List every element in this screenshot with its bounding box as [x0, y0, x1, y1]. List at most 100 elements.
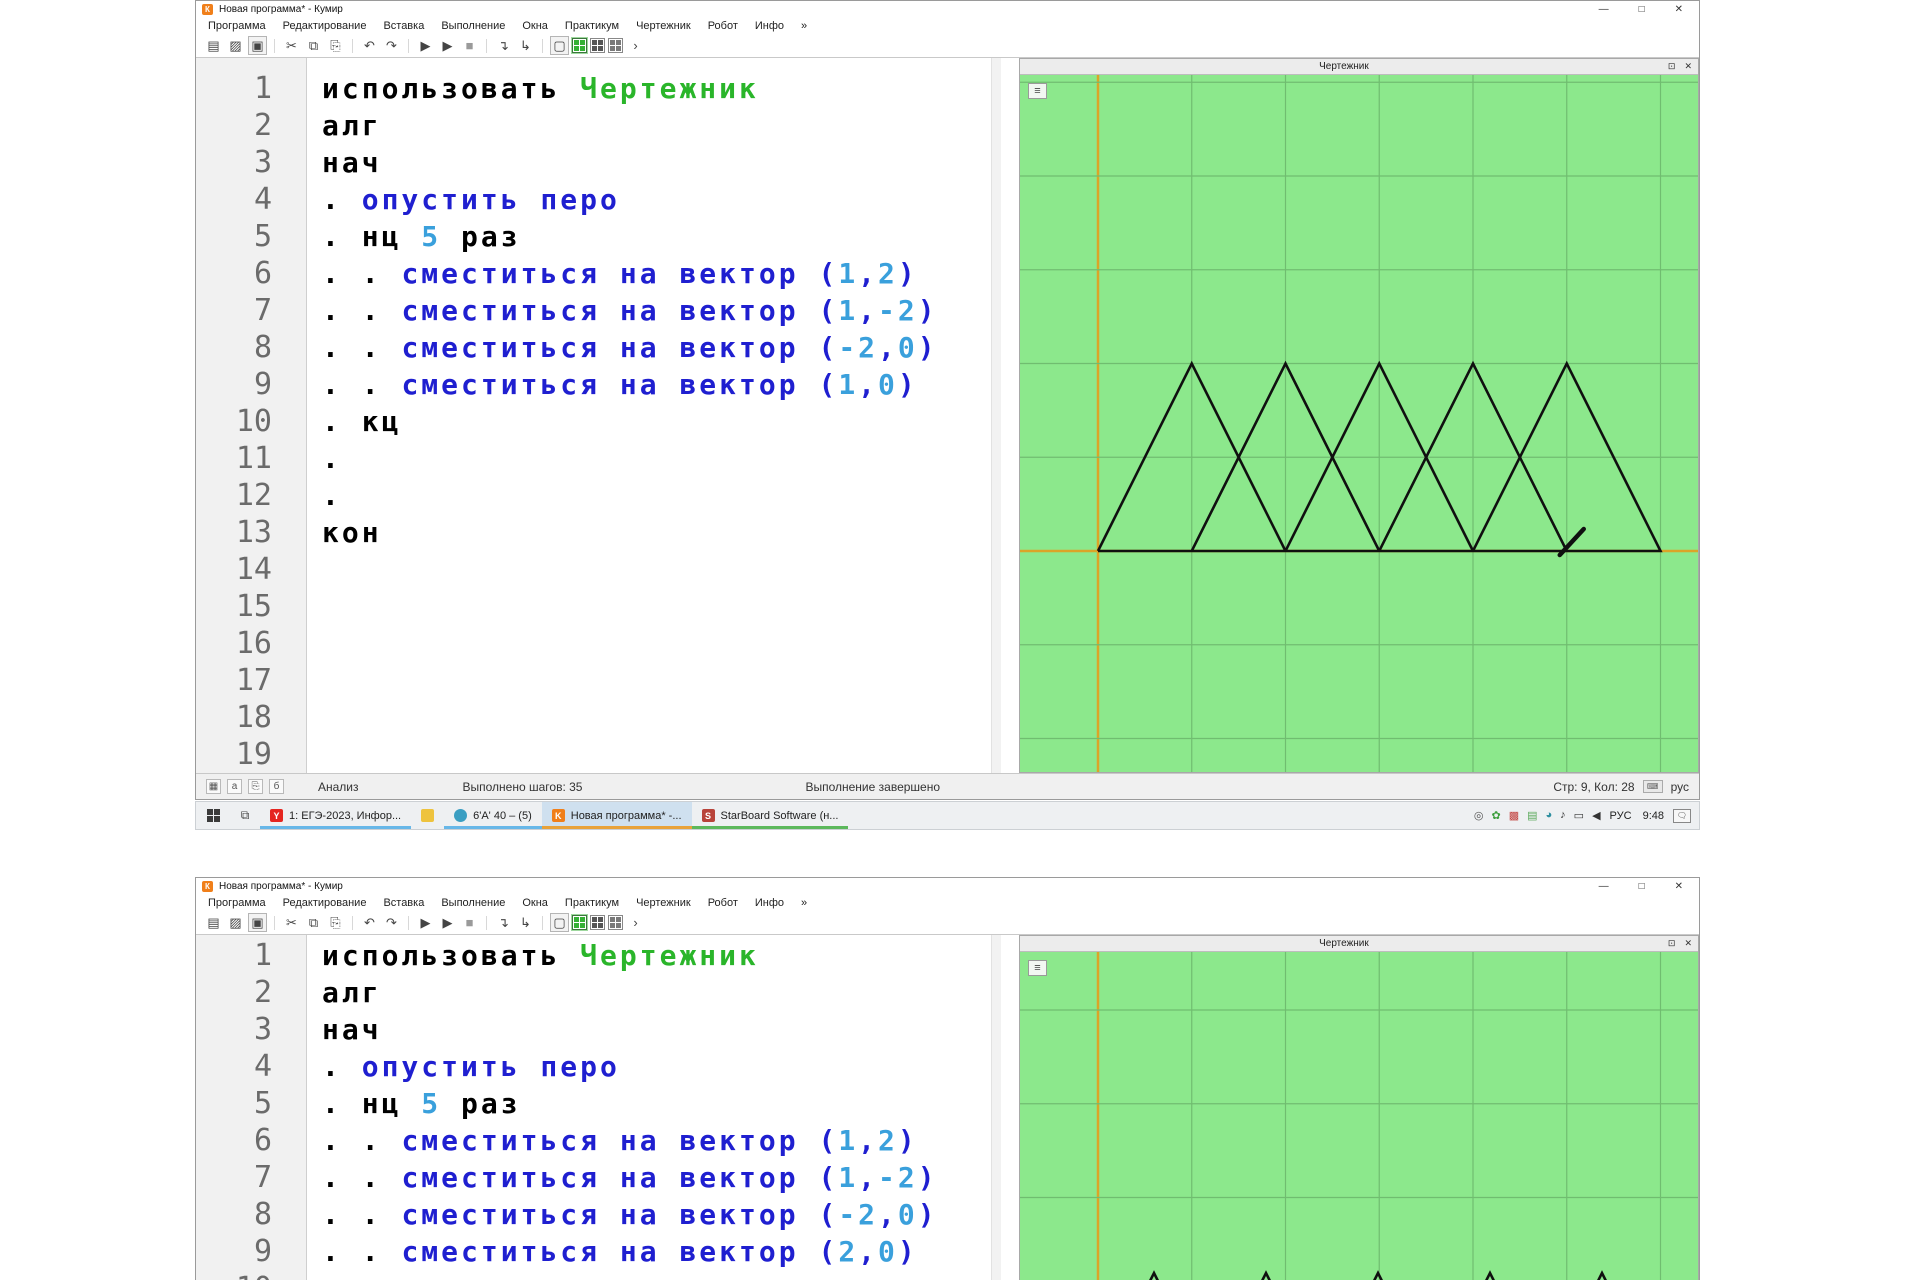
menu-item-4[interactable]: Выполнение — [441, 20, 505, 32]
step-over-icon[interactable]: ↴ — [494, 36, 513, 55]
copy-icon[interactable]: ⧉ — [304, 913, 323, 932]
close-button[interactable]: ✕ — [1675, 4, 1683, 15]
menu-item-9[interactable]: Инфо — [755, 897, 784, 909]
font-size-icon[interactable]: a — [227, 779, 242, 794]
editor-window-icon[interactable]: ▢ — [550, 913, 569, 932]
step-over-icon[interactable]: ↴ — [494, 913, 513, 932]
tray-icon-8[interactable]: ◀ — [1592, 809, 1600, 822]
notification-center-icon[interactable]: 🗨 — [1673, 809, 1691, 823]
taskbar-class-icon — [454, 809, 467, 822]
redo-icon[interactable]: ↷ — [382, 36, 401, 55]
taskbar-class-button[interactable]: 6'А' 40 – (5) — [444, 802, 542, 829]
history-icon[interactable]: б — [269, 779, 284, 794]
more-tools-icon[interactable]: › — [626, 913, 645, 932]
tray-icon-1[interactable]: ◎ — [1474, 809, 1484, 822]
tray-language[interactable]: РУС — [1610, 810, 1632, 822]
code-text: нач — [306, 146, 382, 179]
paste-icon[interactable]: ⎘ — [326, 36, 345, 55]
more-tools-icon[interactable]: › — [626, 36, 645, 55]
step-into-icon[interactable]: ↳ — [516, 36, 535, 55]
menu-item-10[interactable]: » — [801, 897, 807, 909]
menu-item-1[interactable]: Программа — [208, 20, 266, 32]
task-view-button[interactable]: ⧉ — [230, 802, 260, 829]
stop-icon[interactable]: ■ — [460, 913, 479, 932]
run-icon[interactable]: ▶ — [416, 36, 435, 55]
drawer-menu-button[interactable]: ≡ — [1028, 960, 1047, 976]
code-editor[interactable]: 1использовать Чертежник2алг3нач4. опусти… — [196, 935, 1001, 1280]
drawer-window-icon[interactable] — [572, 38, 587, 53]
new-file-icon[interactable]: ▤ — [204, 36, 223, 55]
robot-window-icon[interactable] — [590, 38, 605, 53]
new-file-icon[interactable]: ▤ — [204, 913, 223, 932]
taskbar-kumir-button[interactable]: KНовая программа* -... — [542, 802, 692, 829]
editor-scrollbar[interactable] — [991, 935, 1001, 1280]
menu-item-5[interactable]: Окна — [522, 20, 548, 32]
menu-item-3[interactable]: Вставка — [383, 897, 424, 909]
taskbar-yandex-button[interactable]: Y1: ЕГЭ-2023, Инфор... — [260, 802, 411, 829]
taskbar-folder-icon — [421, 809, 434, 822]
drawer-float-button[interactable]: ⊡ — [1668, 61, 1676, 72]
maximize-button[interactable]: □ — [1639, 881, 1645, 892]
run-step-icon[interactable]: ▶ — [438, 913, 457, 932]
drawer-window-icon[interactable] — [572, 915, 587, 930]
drawer-close-button[interactable]: ✕ — [1684, 938, 1692, 949]
menu-item-8[interactable]: Робот — [708, 897, 738, 909]
run-icon[interactable]: ▶ — [416, 913, 435, 932]
stop-icon[interactable]: ■ — [460, 36, 479, 55]
tray-icon-4[interactable]: ▤ — [1527, 809, 1537, 822]
menu-item-6[interactable]: Практикум — [565, 20, 619, 32]
step-into-icon[interactable]: ↳ — [516, 913, 535, 932]
tray-clock[interactable]: 9:48 — [1643, 810, 1664, 822]
code-text: . опустить перо — [306, 183, 620, 216]
field-window-icon[interactable] — [608, 38, 623, 53]
open-file-icon[interactable]: ▨ — [226, 36, 245, 55]
taskbar-starboard-button[interactable]: SStarBoard Software (н... — [692, 802, 849, 829]
run-step-icon[interactable]: ▶ — [438, 36, 457, 55]
menu-item-5[interactable]: Окна — [522, 897, 548, 909]
menu-item-6[interactable]: Практикум — [565, 897, 619, 909]
undo-icon[interactable]: ↶ — [360, 36, 379, 55]
menu-item-4[interactable]: Выполнение — [441, 897, 505, 909]
drawer-float-button[interactable]: ⊡ — [1668, 938, 1676, 949]
save-icon[interactable]: ▣ — [248, 913, 267, 932]
tray-icon-6[interactable]: ♪ — [1560, 809, 1566, 822]
line-number: 2 — [196, 108, 306, 143]
minimize-button[interactable]: — — [1599, 4, 1609, 15]
tray-icon-3[interactable]: ▩ — [1509, 809, 1519, 822]
minimize-button[interactable]: — — [1599, 881, 1609, 892]
robot-window-icon[interactable] — [590, 915, 605, 930]
menu-item-2[interactable]: Редактирование — [283, 20, 367, 32]
clipboard-icon[interactable]: ⎘ — [248, 779, 263, 794]
maximize-button[interactable]: □ — [1639, 4, 1645, 15]
code-editor[interactable]: 1использовать Чертежник2алг3нач4. опусти… — [196, 58, 1001, 773]
start-button[interactable] — [196, 802, 230, 829]
drawer-menu-button[interactable]: ≡ — [1028, 83, 1047, 99]
menu-item-1[interactable]: Программа — [208, 897, 266, 909]
tray-icon-5[interactable]: ◕ — [1546, 809, 1553, 822]
field-window-icon[interactable] — [608, 915, 623, 930]
undo-icon[interactable]: ↶ — [360, 913, 379, 932]
menu-item-7[interactable]: Чертежник — [636, 20, 691, 32]
editor-window-icon[interactable]: ▢ — [550, 36, 569, 55]
menu-item-8[interactable]: Робот — [708, 20, 738, 32]
tray-icon-7[interactable]: ▭ — [1574, 809, 1584, 822]
taskbar-folder-button[interactable] — [411, 802, 444, 829]
menu-item-10[interactable]: » — [801, 20, 807, 32]
cut-icon[interactable]: ✂ — [282, 913, 301, 932]
close-button[interactable]: ✕ — [1675, 881, 1683, 892]
save-icon[interactable]: ▣ — [248, 36, 267, 55]
console-icon[interactable]: ▦ — [206, 779, 221, 794]
cut-icon[interactable]: ✂ — [282, 36, 301, 55]
copy-icon[interactable]: ⧉ — [304, 36, 323, 55]
editor-scrollbar[interactable] — [991, 58, 1001, 773]
menu-item-3[interactable]: Вставка — [383, 20, 424, 32]
redo-icon[interactable]: ↷ — [382, 913, 401, 932]
paste-icon[interactable]: ⎘ — [326, 913, 345, 932]
menu-item-2[interactable]: Редактирование — [283, 897, 367, 909]
open-file-icon[interactable]: ▨ — [226, 913, 245, 932]
code-text: . нц 5 раз — [306, 220, 521, 253]
menu-item-9[interactable]: Инфо — [755, 20, 784, 32]
tray-icon-2[interactable]: ✿ — [1491, 809, 1500, 822]
menu-item-7[interactable]: Чертежник — [636, 897, 691, 909]
drawer-close-button[interactable]: ✕ — [1684, 61, 1692, 72]
